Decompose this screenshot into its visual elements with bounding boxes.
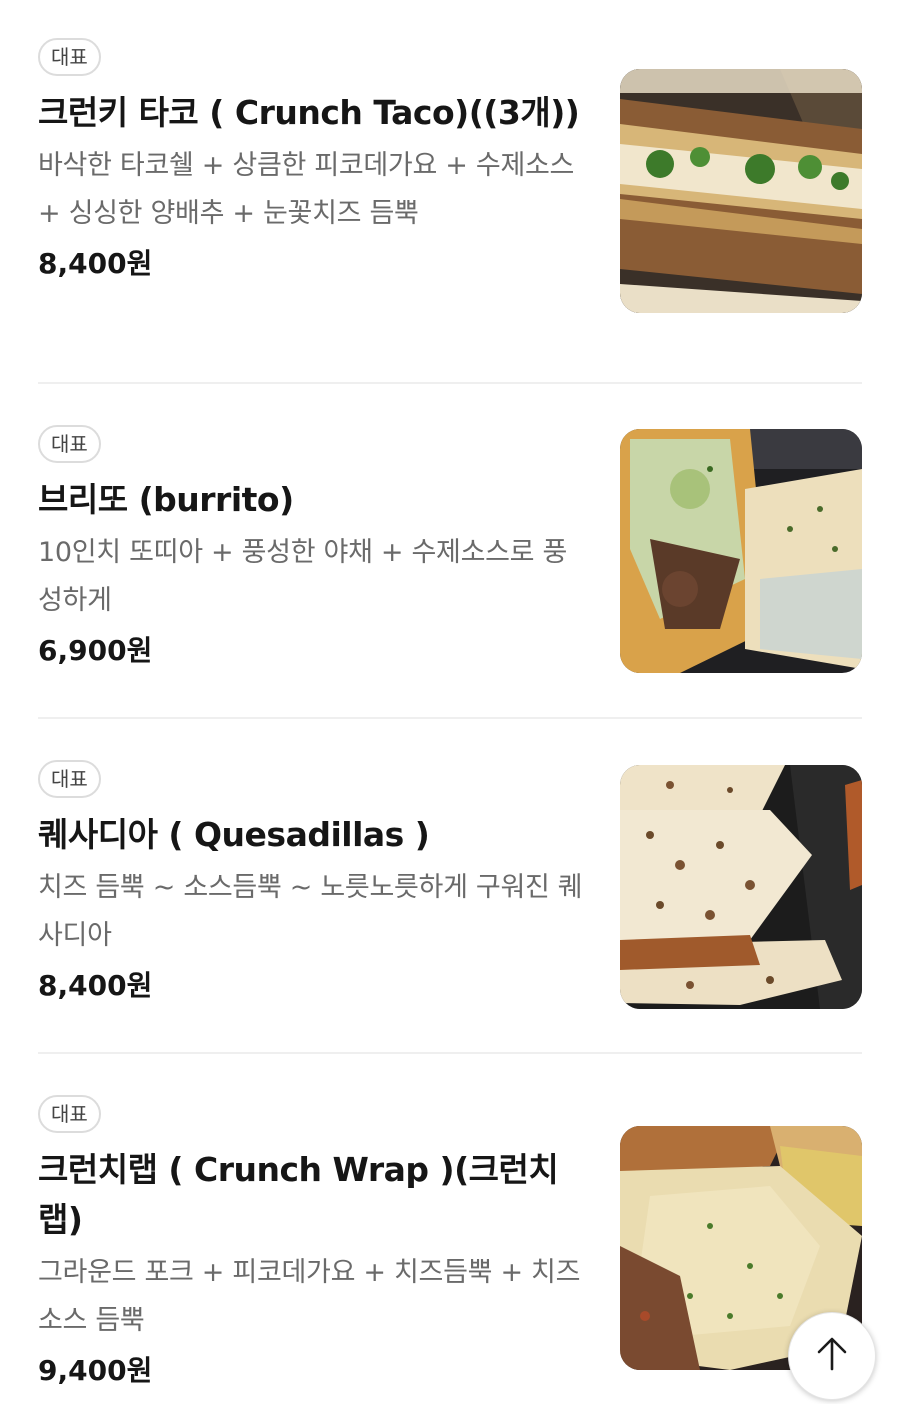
- signature-badge: 대표: [38, 38, 101, 76]
- menu-item-price: 8,400원: [38, 247, 153, 280]
- menu-item-text: 대표 크런키 타코 ( Crunch Taco)((3개)) 바삭한 타코쉘 +…: [38, 38, 583, 286]
- menu-item-text: 대표 퀘사디아 ( Quesadillas ) 치즈 듬뿍 ~ 소스듬뿍 ~ 노…: [38, 760, 583, 1008]
- menu-item-name: 크런치랩 ( Crunch Wrap )(크런치랩): [38, 1150, 559, 1239]
- menu-item-name: 퀘사디아 ( Quesadillas ): [38, 815, 430, 854]
- menu-item-name: 브리또 (burrito): [38, 480, 294, 519]
- arrow-up-icon: [812, 1334, 852, 1378]
- scroll-to-top-button[interactable]: [788, 1312, 876, 1400]
- item-divider: [38, 382, 862, 384]
- taco-photo[interactable]: [620, 69, 862, 313]
- burrito-photo[interactable]: [620, 429, 862, 673]
- signature-badge: 대표: [38, 760, 101, 798]
- menu-item-price: 6,900원: [38, 634, 153, 667]
- signature-badge: 대표: [38, 425, 101, 463]
- menu-item-description: 치즈 듬뿍 ~ 소스듬뿍 ~ 노릇노릇하게 구워진 퀘사디아: [38, 872, 583, 951]
- item-divider: [38, 717, 862, 719]
- menu-item-description: 바삭한 타코쉘 + 상큼한 피코데가요 + 수제소스 + 싱싱한 양배추 + 눈…: [38, 150, 575, 229]
- menu-item-text: 대표 크런치랩 ( Crunch Wrap )(크런치랩) 그라운드 포크 + …: [38, 1095, 583, 1393]
- menu-item-description: 그라운드 포크 + 피코데가요 + 치즈듬뿍 + 치즈소스 듬뿍: [38, 1257, 581, 1336]
- item-divider: [38, 1052, 862, 1054]
- signature-badge: 대표: [38, 1095, 101, 1133]
- menu-item-name: 크런키 타코 ( Crunch Taco)((3개)): [38, 93, 580, 132]
- menu-item-description: 10인치 또띠아 + 풍성한 야채 + 수제소스로 풍성하게: [38, 537, 568, 616]
- menu-item-price: 9,400원: [38, 1354, 153, 1387]
- menu-item-price: 8,400원: [38, 969, 153, 1002]
- quesadilla-photo[interactable]: [620, 765, 862, 1009]
- menu-item-text: 대표 브리또 (burrito) 10인치 또띠아 + 풍성한 야채 + 수제소…: [38, 425, 583, 673]
